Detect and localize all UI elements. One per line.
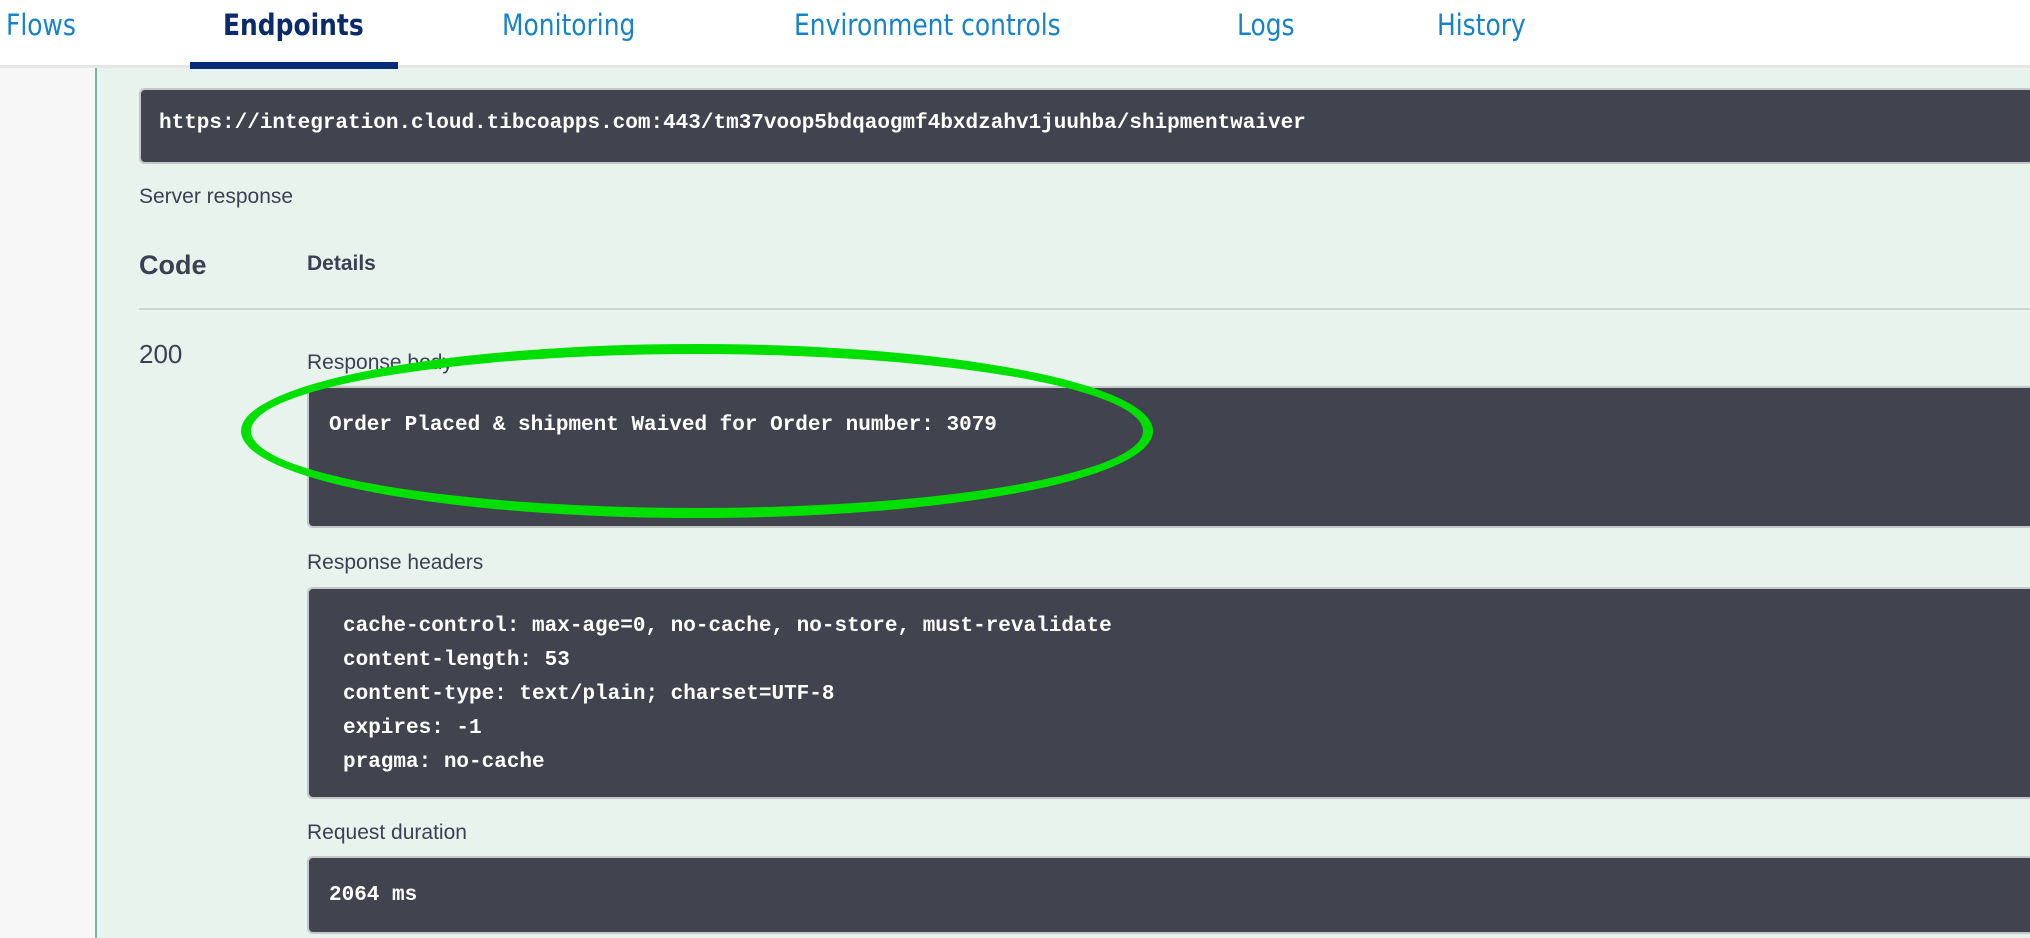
divider (139, 308, 2030, 310)
tab-environment-controls[interactable]: Environment controls (794, 8, 1061, 42)
response-header-line: content-type: text/plain; charset=UTF-8 (343, 683, 835, 706)
code-column-header: Code (139, 250, 207, 280)
active-tab-indicator (190, 62, 398, 69)
tab-monitoring[interactable]: Monitoring (502, 8, 635, 42)
request-duration-label: Request duration (307, 821, 467, 844)
response-body: Order Placed & shipment Waived for Order… (329, 414, 997, 437)
response-header-line: content-length: 53 (343, 649, 570, 672)
response-headers-box: cache-control: max-age=0, no-cache, no-s… (307, 587, 2030, 799)
request-url: https://integration.cloud.tibcoapps.com:… (159, 112, 1306, 135)
tab-flows[interactable]: Flows (6, 8, 76, 42)
tab-endpoints[interactable]: Endpoints (223, 8, 364, 42)
server-response-title: Server response (139, 185, 294, 208)
top-nav: Flows Endpoints Monitoring Environment c… (0, 0, 2030, 69)
request-duration-box: 2064 ms (307, 856, 2030, 934)
response-header-line: expires: -1 (343, 717, 482, 740)
details-column-header: Details (307, 252, 376, 275)
request-duration: 2064 ms (329, 884, 418, 907)
response-headers-label: Response headers (307, 551, 484, 574)
response-body-box: Order Placed & shipment Waived for Order… (307, 386, 2030, 528)
response-header-line: pragma: no-cache (343, 751, 545, 774)
response-header-line: cache-control: max-age=0, no-cache, no-s… (343, 615, 1112, 638)
sidebar (0, 68, 97, 938)
endpoint-response-panel: https://integration.cloud.tibcoapps.com:… (99, 68, 2030, 938)
response-body-label: Response body (307, 351, 453, 374)
response-code: 200 (139, 339, 183, 369)
tab-logs[interactable]: Logs (1237, 8, 1295, 42)
request-url-box: https://integration.cloud.tibcoapps.com:… (139, 88, 2030, 164)
tab-history[interactable]: History (1437, 8, 1526, 42)
